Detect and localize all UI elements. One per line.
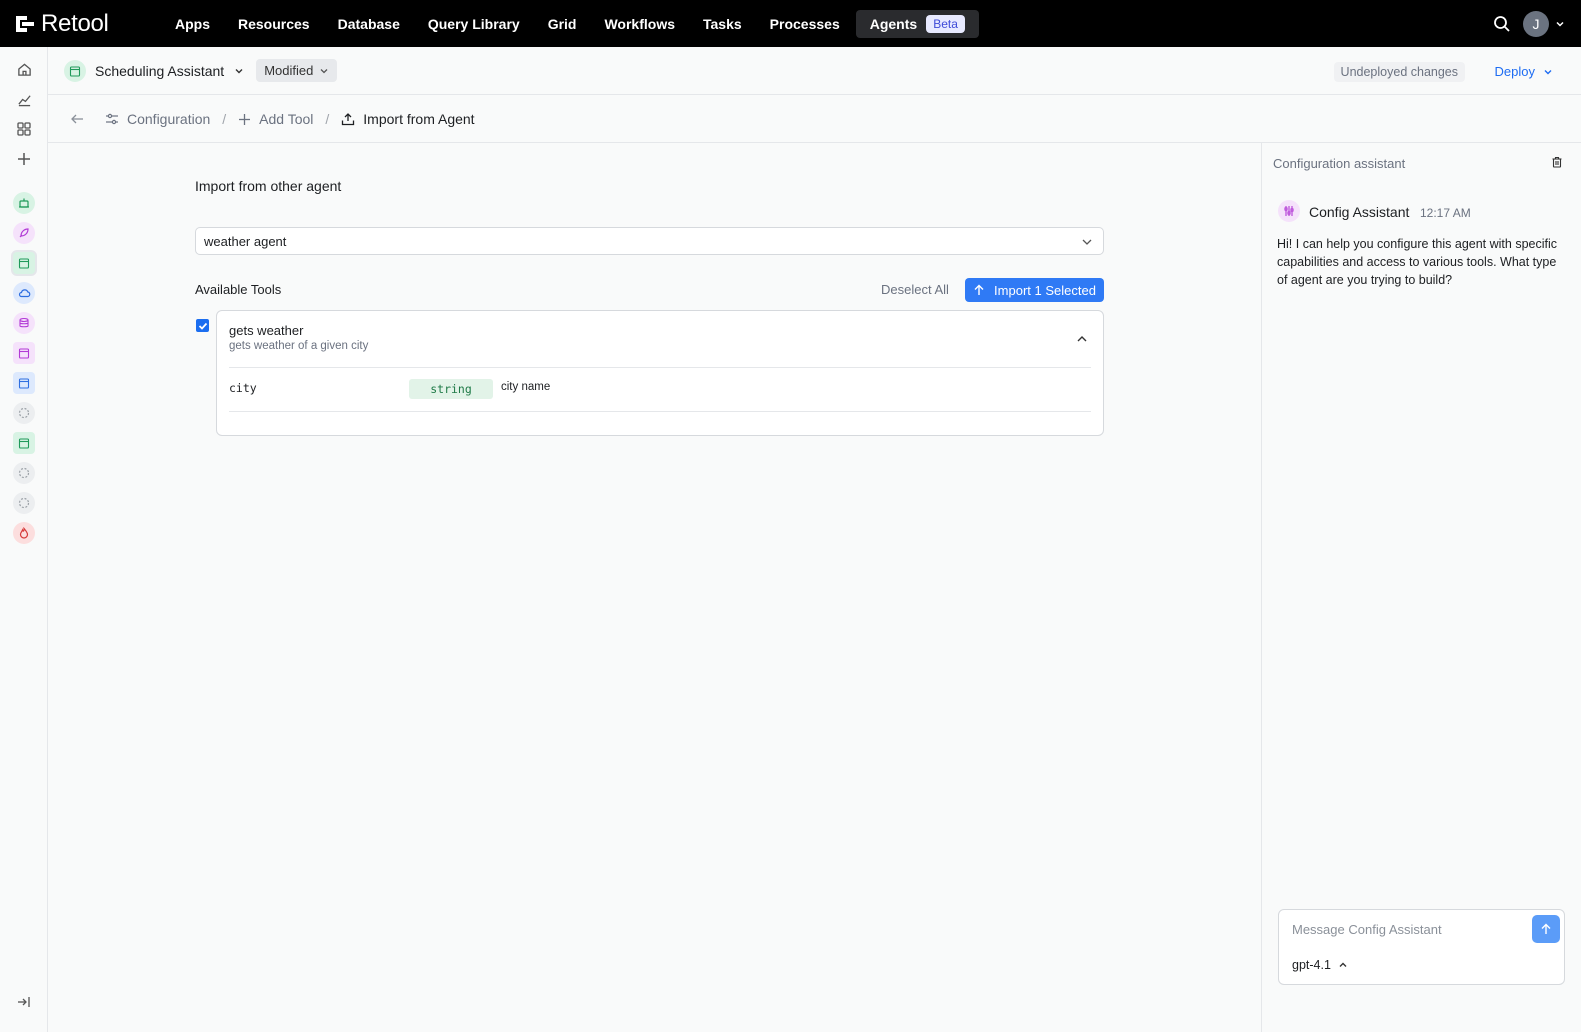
- breadcrumb-configuration-label: Configuration: [127, 111, 211, 127]
- upload-icon: [342, 113, 355, 126]
- collapse-sidebar-icon[interactable]: [11, 989, 37, 1015]
- beta-badge: Beta: [926, 14, 965, 33]
- agent-placeholder-icon[interactable]: [11, 460, 37, 486]
- agent-calendar-icon[interactable]: [11, 370, 37, 396]
- tool-description: gets weather of a given city: [229, 340, 369, 352]
- breadcrumb-add-tool[interactable]: Add Tool: [238, 111, 313, 127]
- import-selected-button[interactable]: Import 1 Selected: [965, 278, 1104, 302]
- nav-database[interactable]: Database: [324, 10, 414, 38]
- breadcrumb-add-tool-label: Add Tool: [259, 111, 314, 127]
- agent-calendar-icon[interactable]: [11, 430, 37, 456]
- left-rail: [0, 47, 48, 1032]
- nav-apps[interactable]: Apps: [161, 10, 224, 38]
- agent-flame-icon[interactable]: [11, 520, 37, 546]
- agent-cloud-icon[interactable]: [11, 280, 37, 306]
- main-content: Import from other agent weather agent Av…: [48, 143, 1262, 1032]
- chevron-down-icon: [320, 68, 328, 73]
- breadcrumb-configuration[interactable]: Configuration: [105, 111, 210, 127]
- sliders-icon: [1278, 200, 1300, 222]
- breadcrumb-separator: /: [222, 111, 227, 127]
- agent-rocket-icon[interactable]: [11, 220, 37, 246]
- nav-resources[interactable]: Resources: [224, 10, 324, 38]
- param-name: city: [229, 381, 257, 395]
- deselect-all-button[interactable]: Deselect All: [881, 282, 949, 297]
- send-button[interactable]: [1532, 915, 1560, 943]
- agent-placeholder-icon[interactable]: [11, 400, 37, 426]
- agent-select[interactable]: weather agent: [195, 227, 1104, 255]
- param-type-badge: string: [409, 379, 493, 399]
- agent-calendar-icon[interactable]: [11, 250, 37, 276]
- nav-grid[interactable]: Grid: [534, 10, 591, 38]
- search-icon[interactable]: [1493, 15, 1511, 33]
- tool-card[interactable]: gets weather gets weather of a given cit…: [216, 310, 1104, 436]
- deploy-button[interactable]: Deploy: [1495, 64, 1553, 79]
- available-tools-label: Available Tools: [195, 282, 282, 297]
- home-icon[interactable]: [11, 56, 37, 82]
- undeployed-badge: Undeployed changes: [1333, 62, 1465, 82]
- calendar-icon: [64, 59, 86, 82]
- app-name[interactable]: Scheduling Assistant: [95, 63, 224, 79]
- app-header: Scheduling Assistant Modified Undeployed…: [48, 47, 1581, 95]
- agent-placeholder-icon[interactable]: [11, 490, 37, 516]
- arrow-up-icon: [1541, 923, 1551, 934]
- arrow-up-icon: [974, 284, 984, 295]
- panel-title: Configuration assistant: [1273, 156, 1406, 171]
- plus-icon: [239, 113, 251, 125]
- nav-tasks[interactable]: Tasks: [689, 10, 756, 38]
- agent-calendar-icon[interactable]: [11, 340, 37, 366]
- check-icon: [198, 322, 207, 330]
- model-selector[interactable]: gpt-4.1: [1292, 958, 1348, 972]
- agent-database-icon[interactable]: [11, 310, 37, 336]
- message-sender: Config Assistant: [1309, 204, 1410, 220]
- message-time: 12:17 AM: [1420, 206, 1471, 220]
- chevron-down-icon: [1544, 69, 1552, 74]
- chevron-up-icon: [1339, 962, 1347, 967]
- nav-agents-label: Agents: [869, 15, 918, 32]
- chevron-up-icon[interactable]: [1075, 332, 1089, 346]
- tool-name: gets weather: [229, 323, 304, 338]
- message-input[interactable]: Message Config Assistant: [1292, 922, 1442, 937]
- breadcrumb-import-from-agent: Import from Agent: [341, 111, 475, 127]
- retool-logo-icon: [16, 15, 34, 33]
- message-composer[interactable]: Message Config Assistant gpt-4.1: [1278, 909, 1565, 985]
- trash-icon[interactable]: [1551, 156, 1563, 168]
- chevron-down-icon[interactable]: [234, 66, 244, 76]
- chevron-down-icon[interactable]: [1555, 19, 1565, 29]
- page-title: Import from other agent: [195, 178, 342, 194]
- chevron-down-icon: [1082, 239, 1092, 245]
- config-assistant-panel: Configuration assistant Config Assistant…: [1261, 143, 1581, 1032]
- breadcrumb: Configuration / Add Tool / Import from A…: [48, 96, 1581, 143]
- modified-status-dropdown[interactable]: Modified: [256, 59, 338, 82]
- apps-grid-icon[interactable]: [11, 116, 37, 142]
- avatar[interactable]: J: [1523, 10, 1549, 37]
- message-body: Hi! I can help you configure this agent …: [1277, 237, 1558, 287]
- sliders-icon: [106, 113, 118, 125]
- divider: [229, 411, 1091, 412]
- modified-label: Modified: [264, 63, 314, 78]
- plus-icon[interactable]: [11, 146, 37, 172]
- agent-select-value: weather agent: [204, 233, 287, 249]
- model-label: gpt-4.1: [1292, 958, 1331, 972]
- brand-name: Retool: [41, 9, 109, 37]
- deploy-label: Deploy: [1494, 64, 1535, 79]
- nav-processes[interactable]: Processes: [756, 10, 854, 38]
- top-nav: Retool Apps Resources Database Query Lib…: [0, 0, 1581, 47]
- agent-robot-icon[interactable]: [11, 190, 37, 216]
- nav-query-library[interactable]: Query Library: [414, 10, 534, 38]
- tool-checkbox[interactable]: [196, 319, 209, 332]
- back-arrow-icon[interactable]: [70, 111, 86, 127]
- nav-agents[interactable]: Agents Beta: [855, 9, 979, 38]
- divider: [229, 367, 1091, 368]
- import-selected-label: Import 1 Selected: [994, 282, 1096, 298]
- retool-logo[interactable]: Retool: [16, 0, 146, 47]
- nav-workflows[interactable]: Workflows: [590, 10, 689, 38]
- chart-icon[interactable]: [11, 86, 37, 112]
- breadcrumb-import-label: Import from Agent: [363, 111, 475, 127]
- breadcrumb-separator: /: [325, 111, 330, 127]
- param-description: city name: [501, 381, 551, 393]
